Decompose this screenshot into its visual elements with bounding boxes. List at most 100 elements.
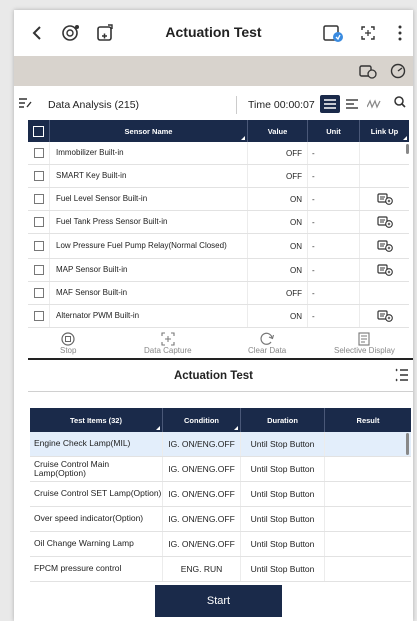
row-checkbox[interactable] [33,265,44,275]
row-checkbox[interactable] [33,241,44,251]
sensor-value: ON [248,188,308,210]
test-result [325,557,411,581]
capture-label: Data Capture [144,346,192,355]
table-row[interactable]: Fuel Level Sensor Built-in ON - [28,188,409,211]
data-action-bar: Stop Data Capture Clear Data Selective D… [14,332,413,358]
select-all-checkbox[interactable] [33,125,44,137]
test-duration: Until Stop Button [241,432,325,456]
test-item: Cruise Control SET Lamp(Option) [30,482,163,506]
section-divider [28,358,413,360]
test-scrollbar[interactable] [406,433,409,455]
link-up-icon[interactable] [376,240,393,252]
row-checkbox[interactable] [33,217,44,227]
test-item: Cruise Control Main Lamp(Option) [30,457,163,481]
test-row[interactable]: FPCM pressure control ENG. RUN Until Stop … [30,557,411,582]
list-edit-icon[interactable] [18,97,32,112]
link-up-icon[interactable] [376,193,393,205]
row-checkbox[interactable] [33,194,44,204]
table-row[interactable]: Low Pressure Fuel Pump Relay(Normal Clos… [28,234,409,259]
text-view-button[interactable] [342,95,362,113]
table-row[interactable]: MAF Sensor Built-in OFF - [28,282,409,305]
test-condition: IG. ON/ENG.OFF [163,457,241,481]
row-checkbox-cell [28,142,50,164]
data-capture-button[interactable]: Data Capture [144,332,192,355]
header-condition[interactable]: Condition [163,408,241,432]
view-mode-group [320,95,384,113]
test-duration: Until Stop Button [241,457,325,481]
sort-icon [234,426,238,430]
header-sensor-name[interactable]: Sensor Name [50,120,248,142]
gauge-icon[interactable] [389,63,407,83]
header-link-up[interactable]: Link Up [360,120,409,142]
section-title: Actuation Test [173,370,253,382]
test-result [325,482,411,506]
selective-display-button[interactable]: Selective Display [334,332,395,355]
table-row[interactable]: SMART Key Built-in OFF - [28,165,409,188]
link-up-cell [360,305,409,327]
header-result: Result [325,408,411,432]
link-up-icon[interactable] [376,264,393,276]
top-bar: Actuation Test [14,10,413,56]
test-item: Over speed indicator(Option) [30,507,163,531]
row-checkbox-cell [28,259,50,281]
fullscreen-icon[interactable] [357,22,379,44]
stop-icon [60,332,76,346]
header-link-label: Link Up [370,126,399,136]
header-test-items[interactable]: Test Items (32) [30,408,163,432]
test-result [325,507,411,531]
list-toggle-icon[interactable] [395,368,409,385]
sensor-value: ON [248,234,308,258]
sort-icon [156,426,160,430]
stop-button[interactable]: Stop [60,332,76,355]
table-row[interactable]: Alternator PWM Built-in ON - [28,305,409,328]
test-condition: IG. ON/ENG.OFF [163,482,241,506]
sensor-unit: - [308,142,360,164]
row-checkbox-cell [28,211,50,233]
test-duration: Until Stop Button [241,507,325,531]
sensor-value: ON [248,259,308,281]
search-icon[interactable] [394,96,406,111]
selective-display-icon [356,332,372,346]
link-up-cell [360,234,409,258]
data-analysis-bar: Data Analysis (215) Time 00:00:07 [14,94,413,116]
list-view-button[interactable] [320,95,340,113]
start-button[interactable]: Start [155,585,282,617]
test-item: Engine Check Lamp(MIL) [30,432,163,456]
test-row[interactable]: Oil Change Warning Lamp IG. ON/ENG.OFF Unt… [30,532,411,557]
test-row[interactable]: Over speed indicator(Option) IG. ON/ENG.O… [30,507,411,532]
test-row[interactable]: Cruise Control Main Lamp(Option) IG. ON/E… [30,457,411,482]
sensor-name: MAP Sensor Built-in [50,259,248,281]
row-checkbox[interactable] [33,171,44,181]
tool-bar [14,56,413,86]
sort-icon [403,136,407,140]
sensor-scrollbar[interactable] [406,144,409,154]
test-rows: Engine Check Lamp(MIL) IG. ON/ENG.OFF Unti… [30,432,411,582]
table-row[interactable]: MAP Sensor Built-in ON - [28,259,409,282]
test-condition: IG. ON/ENG.OFF [163,432,241,456]
row-checkbox[interactable] [33,311,44,321]
select-all-cell [28,120,50,142]
sensor-name: Alternator PWM Built-in [50,305,248,327]
row-checkbox[interactable] [33,148,44,158]
row-checkbox[interactable] [33,288,44,298]
sensor-unit: - [308,234,360,258]
test-result [325,432,411,456]
table-row[interactable]: Fuel Tank Press Sensor Built-in ON - [28,211,409,234]
test-row[interactable]: Cruise Control SET Lamp(Option) IG. ON/EN… [30,482,411,507]
sensor-value: OFF [248,282,308,304]
more-icon[interactable] [389,22,411,44]
sort-icon [241,136,245,140]
test-row[interactable]: Engine Check Lamp(MIL) IG. ON/ENG.OFF Unti… [30,432,411,457]
stop-label: Stop [60,346,77,355]
test-table-header: Test Items (32) Condition Duration Resul… [30,408,411,432]
sensor-unit: - [308,165,360,187]
table-row[interactable]: Immobilizer Built-in OFF - [28,142,409,165]
divider [236,96,237,114]
link-up-icon[interactable] [376,216,393,228]
clear-data-button[interactable]: Clear Data [248,332,286,355]
vehicle-status-icon[interactable] [359,63,377,83]
calendar-icon[interactable] [322,22,344,44]
graph-view-button[interactable] [364,95,384,113]
link-up-icon[interactable] [376,310,393,322]
page-title: Actuation Test [165,24,262,40]
